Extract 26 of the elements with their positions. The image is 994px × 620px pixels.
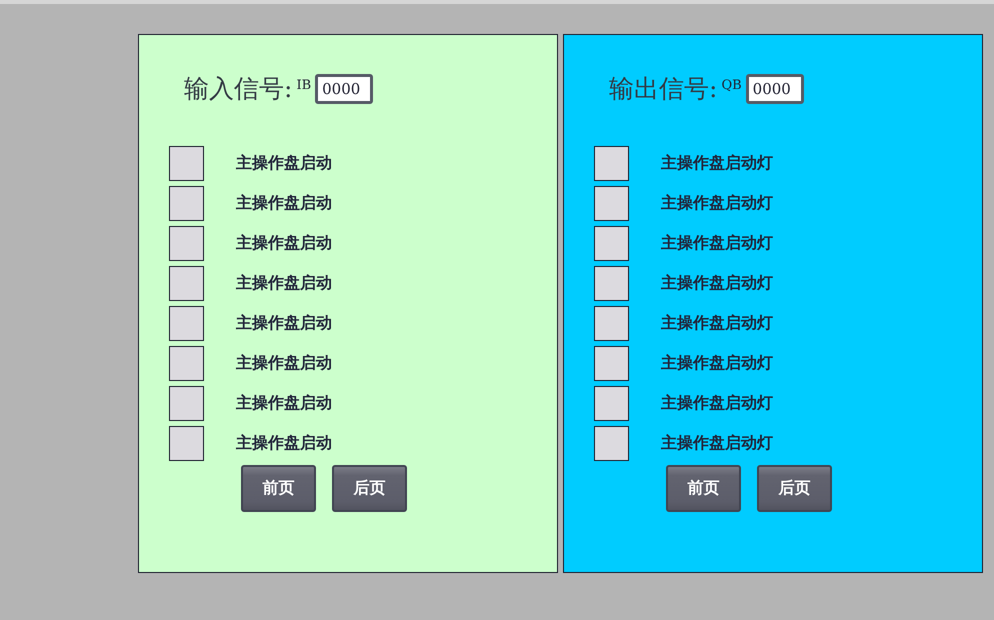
signal-label: 主操作盘启动 [236,433,332,454]
signal-label: 主操作盘启动灯 [661,353,773,374]
signal-label: 主操作盘启动灯 [661,233,773,254]
signal-label: 主操作盘启动灯 [661,313,773,334]
page-button[interactable]: 前页 [241,465,316,512]
address-prefix: IB [296,78,312,93]
signal-label: 主操作盘启动 [236,313,332,334]
signal-label: 主操作盘启动 [236,233,332,254]
signal-label: 主操作盘启动灯 [661,153,773,174]
signal-label: 主操作盘启动灯 [661,273,773,294]
signal-label: 主操作盘启动灯 [661,433,773,454]
signal-label: 主操作盘启动灯 [661,193,773,214]
page-button[interactable]: 前页 [666,465,741,512]
signal-label: 主操作盘启动 [236,153,332,174]
panel-title: 输入信号: [184,74,292,104]
panel-title: 输出信号: [609,74,718,104]
value-field[interactable]: 0000 [315,74,374,104]
value-field[interactable]: 0000 [746,74,804,104]
signal-label: 主操作盘启动 [236,353,332,374]
page-button[interactable]: 后页 [757,465,832,512]
signal-label: 主操作盘启动 [236,273,332,294]
signal-label: 主操作盘启动 [236,393,332,414]
signal-label: 主操作盘启动灯 [661,393,773,414]
signal-label: 主操作盘启动 [236,193,332,214]
address-prefix: QB [721,78,742,93]
page-button[interactable]: 后页 [332,465,407,512]
